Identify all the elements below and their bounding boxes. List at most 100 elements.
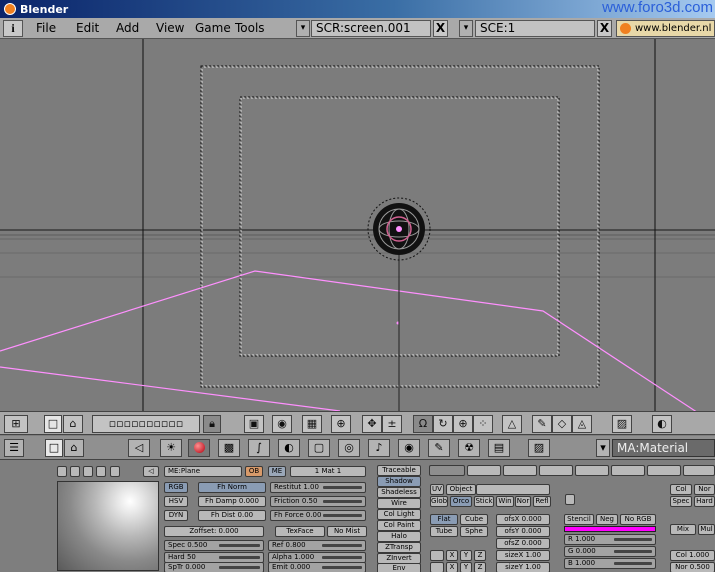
fh-norm-button[interactable]: Fh Norm bbox=[198, 482, 266, 493]
ofs-x-field[interactable]: ofsX 0.000 bbox=[496, 514, 550, 525]
neg-button[interactable]: Neg bbox=[596, 514, 618, 525]
tex-channel-4[interactable] bbox=[539, 465, 573, 476]
material-dropdown-icon[interactable]: ▾ bbox=[596, 439, 610, 457]
stick-button[interactable]: Stick bbox=[474, 496, 494, 507]
constraint-icon[interactable]: ◎ bbox=[338, 439, 360, 457]
texface-button[interactable]: TexFace bbox=[275, 526, 325, 537]
lock-icon[interactable]: 🔒︎ bbox=[203, 415, 221, 433]
tex-channel-5[interactable] bbox=[575, 465, 609, 476]
rgb-button[interactable]: RGB bbox=[164, 482, 188, 493]
edit-icon[interactable]: ◬ bbox=[572, 415, 592, 433]
proj2-x-button[interactable]: X bbox=[446, 562, 458, 572]
view-mode-icon[interactable]: ▣ bbox=[244, 415, 264, 433]
preview-mode-button[interactable] bbox=[70, 466, 80, 477]
nor-button[interactable]: Nor bbox=[515, 496, 531, 507]
menu-tools[interactable]: Tools bbox=[235, 21, 265, 35]
preview-mode-button[interactable] bbox=[96, 466, 106, 477]
image-icon[interactable]: ▨ bbox=[612, 415, 632, 433]
home-icon[interactable]: ⌂ bbox=[64, 439, 84, 457]
ofs-z-field[interactable]: ofsZ 0.000 bbox=[496, 538, 550, 549]
preview-arrow-icon[interactable]: ◁ bbox=[143, 466, 159, 477]
scene-dropdown-icon[interactable]: ▾ bbox=[459, 20, 473, 37]
window-type-icon[interactable]: ⊞ bbox=[4, 415, 28, 433]
rotate-icon[interactable]: ↻ bbox=[433, 415, 453, 433]
proj2-y-button[interactable]: Y bbox=[460, 562, 472, 572]
radiation-icon[interactable]: ☢ bbox=[458, 439, 480, 457]
tex-channel-6[interactable] bbox=[611, 465, 645, 476]
draw-mode-icon[interactable]: ◉ bbox=[272, 415, 292, 433]
r-slider[interactable]: R 1.000 bbox=[564, 534, 656, 545]
menu-file[interactable]: File bbox=[36, 21, 56, 35]
layer-buttons[interactable]: ▫▫▫▫▫▫▫▫▫▫ bbox=[92, 415, 200, 433]
g-slider[interactable]: G 0.000 bbox=[564, 546, 656, 557]
scale-icon[interactable]: ± bbox=[382, 415, 402, 433]
emit-slider[interactable]: Emit 0.000 bbox=[268, 562, 366, 572]
small-toggle[interactable] bbox=[565, 494, 575, 505]
me-button[interactable]: ME bbox=[268, 466, 286, 477]
manipulator-icon[interactable]: Ω bbox=[413, 415, 433, 433]
preview-mode-button[interactable] bbox=[57, 466, 67, 477]
tex-channel-3[interactable] bbox=[503, 465, 537, 476]
full-window-icon[interactable]: □ bbox=[45, 439, 63, 457]
orco-button[interactable]: Orco bbox=[450, 496, 472, 507]
tex-channel-2[interactable] bbox=[467, 465, 501, 476]
shadow-toggle[interactable]: Shadow bbox=[377, 476, 421, 487]
wire-toggle[interactable]: Wire bbox=[377, 498, 421, 509]
sound-icon[interactable]: ♪ bbox=[368, 439, 390, 457]
zoffset-field[interactable]: Zoffset: 0.000 bbox=[164, 526, 264, 537]
traceable-toggle[interactable]: Traceable bbox=[377, 465, 421, 476]
mul-button[interactable]: Mul bbox=[698, 524, 715, 535]
camera-icon[interactable]: ◐ bbox=[652, 415, 672, 433]
no-rgb-button[interactable]: No RGB bbox=[620, 514, 656, 525]
restitut-slider[interactable]: Restitut 1.00 bbox=[270, 482, 366, 493]
translate-icon[interactable]: ✥ bbox=[362, 415, 382, 433]
info-icon[interactable]: i bbox=[3, 20, 23, 37]
fh-dist-field[interactable]: Fh Dist 0.00 bbox=[198, 510, 266, 521]
col-paint-toggle[interactable]: Col Paint bbox=[377, 520, 421, 531]
cube-button[interactable]: Cube bbox=[460, 514, 488, 525]
scene-field[interactable]: SCE:1 bbox=[475, 20, 595, 37]
halo-toggle[interactable]: Halo bbox=[377, 531, 421, 542]
mesh-name-field[interactable]: ME:Plane bbox=[164, 466, 242, 477]
ref-slider[interactable]: Ref 0.800 bbox=[268, 540, 366, 551]
scene-close-icon[interactable]: X bbox=[597, 20, 612, 37]
size-x-field[interactable]: sizeX 1.00 bbox=[496, 550, 550, 561]
zoom-icon[interactable]: ⊕ bbox=[331, 415, 351, 433]
shadeless-toggle[interactable]: Shadeless bbox=[377, 487, 421, 498]
ztransp-toggle[interactable]: ZTransp bbox=[377, 542, 421, 553]
proj-x-none[interactable] bbox=[430, 550, 444, 561]
spec-toggle[interactable]: Spec bbox=[670, 496, 692, 507]
buttons-type-icon[interactable]: ☰ bbox=[4, 439, 24, 457]
paint-icon[interactable]: ✎ bbox=[532, 415, 552, 433]
website-link[interactable]: www.blender.nl bbox=[616, 20, 715, 37]
proj-x-button[interactable]: X bbox=[446, 550, 458, 561]
col-toggle[interactable]: Col bbox=[670, 484, 692, 495]
proportional-icon[interactable]: △ bbox=[502, 415, 522, 433]
glob-button[interactable]: Glob bbox=[430, 496, 448, 507]
preview-mode-button[interactable] bbox=[83, 466, 93, 477]
mat-count-field[interactable]: 1 Mat 1 bbox=[290, 466, 366, 477]
col-light-toggle[interactable]: Col Light bbox=[377, 509, 421, 520]
tex-channel-7[interactable] bbox=[647, 465, 681, 476]
menu-edit[interactable]: Edit bbox=[76, 21, 99, 35]
preview-mode-button[interactable] bbox=[110, 466, 120, 477]
menu-game[interactable]: Game bbox=[195, 21, 231, 35]
object-button[interactable]: Object bbox=[446, 484, 476, 495]
sptr-slider[interactable]: SpTr 0.000 bbox=[164, 562, 264, 572]
snap-icon[interactable]: ⁘ bbox=[473, 415, 493, 433]
flat-button[interactable]: Flat bbox=[430, 514, 458, 525]
paint-buttons-icon[interactable]: ✎ bbox=[428, 439, 450, 457]
ob-button[interactable]: OB bbox=[245, 466, 263, 477]
realtime-icon[interactable]: ◐ bbox=[278, 439, 300, 457]
script-icon[interactable]: ▤ bbox=[488, 439, 510, 457]
stencil-button[interactable]: Stencil bbox=[564, 514, 594, 525]
render-icon[interactable]: ▨ bbox=[528, 439, 550, 457]
texture-icon[interactable]: ▩ bbox=[218, 439, 240, 457]
ofs-y-field[interactable]: ofsY 0.000 bbox=[496, 526, 550, 537]
material-name-field[interactable]: MA:Material bbox=[612, 439, 715, 457]
screen-field[interactable]: SCR:screen.001 bbox=[311, 20, 431, 37]
sculpt-icon[interactable]: ◇ bbox=[552, 415, 572, 433]
animation-icon[interactable]: ∫ bbox=[248, 439, 270, 457]
env-toggle[interactable]: Env bbox=[377, 563, 421, 572]
hard-toggle[interactable]: Hard bbox=[694, 496, 715, 507]
